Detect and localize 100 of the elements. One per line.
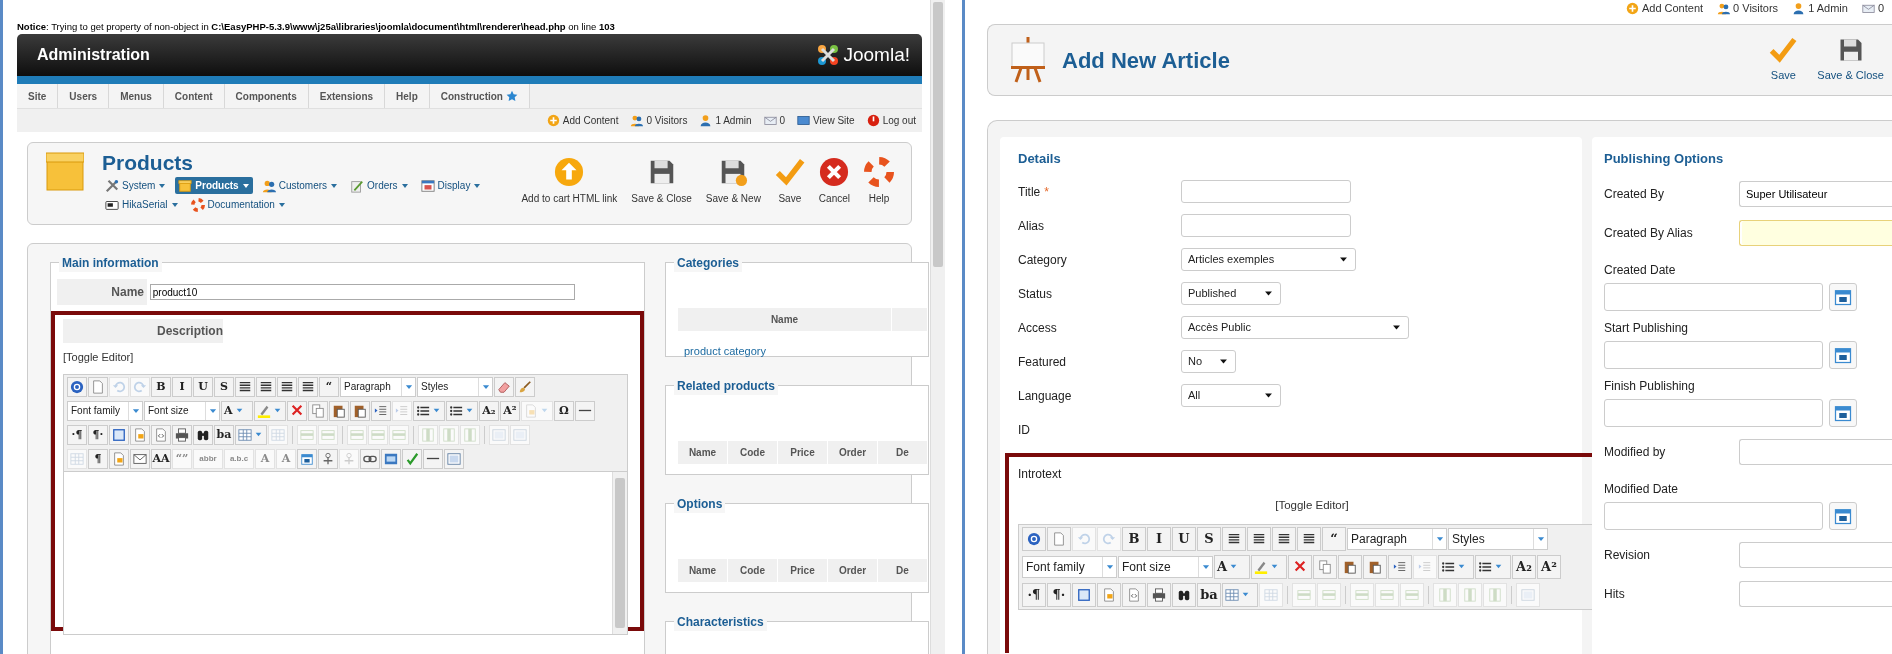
editor-button[interactable]: S <box>1197 526 1221 551</box>
toolbar-button[interactable]: Cancel <box>811 157 857 206</box>
menu-tab[interactable]: Users <box>58 84 110 108</box>
status-link[interactable]: 0 Visitors <box>646 113 688 128</box>
status-link[interactable]: Log out <box>882 113 916 128</box>
toolbar-button[interactable]: Save <box>1759 36 1808 84</box>
editor-button[interactable]: U <box>193 376 213 397</box>
editor-button[interactable]: ba <box>214 424 234 445</box>
editor-button[interactable] <box>256 376 276 397</box>
editor-dropdown[interactable]: Styles <box>417 376 493 397</box>
editor-button[interactable]: A₂ <box>1512 554 1536 579</box>
calendar-button[interactable] <box>1828 501 1857 530</box>
editor-button[interactable]: A <box>221 400 253 421</box>
submenu-item[interactable]: Products <box>175 177 253 194</box>
date-field[interactable] <box>1604 282 1823 311</box>
name-field[interactable]: product10 <box>149 284 575 300</box>
select-field[interactable]: Published <box>1181 282 1281 305</box>
editor-dropdown[interactable]: Styles <box>1448 527 1548 550</box>
date-field[interactable] <box>1604 340 1823 369</box>
editor-button[interactable] <box>298 376 318 397</box>
editor-button[interactable] <box>1172 582 1196 607</box>
editor-button[interactable]: B <box>1122 526 1146 551</box>
text-field[interactable] <box>1739 439 1892 465</box>
editor-dropdown[interactable]: Font size <box>1118 555 1213 578</box>
submenu-item[interactable]: System <box>102 177 170 194</box>
submenu-item[interactable]: Orders <box>347 177 412 194</box>
status-link[interactable]: 1 Admin <box>715 113 752 128</box>
editor-button[interactable]: A² <box>500 400 520 421</box>
menu-label[interactable]: Construction <box>440 88 503 104</box>
editor-button[interactable]: S <box>214 376 234 397</box>
toolbar-button[interactable]: Save & New <box>698 157 768 206</box>
select-field[interactable]: No <box>1181 350 1236 373</box>
status-link[interactable]: 1 Admin <box>1808 0 1848 17</box>
select-field[interactable]: Articles exemples <box>1181 248 1356 271</box>
calendar-button[interactable] <box>1828 398 1857 427</box>
editor-dropdown[interactable]: Font family <box>67 400 143 421</box>
menu-tab[interactable]: Menus <box>109 84 164 108</box>
submenu-item[interactable]: Display <box>417 177 485 194</box>
editor-button[interactable]: I <box>172 376 192 397</box>
status-link[interactable]: View Site <box>813 113 855 128</box>
editor-button[interactable]: U <box>1172 526 1196 551</box>
editor-dropdown[interactable]: Font family <box>1022 555 1117 578</box>
editor-button[interactable]: “ <box>319 376 339 397</box>
editor-button[interactable]: ·¶ <box>1022 582 1046 607</box>
calendar-button[interactable] <box>1828 282 1857 311</box>
menu-tab[interactable]: Construction <box>429 84 530 108</box>
text-field[interactable] <box>1739 581 1892 607</box>
editor-button[interactable]: Ω <box>554 400 574 421</box>
text-field[interactable] <box>1181 214 1351 237</box>
menu-tab[interactable]: Components <box>224 84 309 108</box>
submenu-item[interactable]: HikaSerial <box>102 196 182 213</box>
status-link[interactable]: 0 <box>1877 0 1884 17</box>
editor-button[interactable]: ¶· <box>88 424 108 445</box>
date-field[interactable] <box>1604 398 1823 427</box>
editor-button[interactable] <box>446 400 478 421</box>
editor-dropdown[interactable]: Font size <box>144 400 220 421</box>
editor-button[interactable] <box>360 448 380 469</box>
status-link[interactable]: 0 Visitors <box>1733 0 1779 17</box>
editor-dropdown[interactable]: Paragraph <box>1347 527 1447 550</box>
editor-button[interactable]: A² <box>1537 554 1561 579</box>
toolbar-button[interactable]: Help <box>857 157 901 206</box>
editor-button[interactable]: ¶ <box>88 448 108 469</box>
editor-button[interactable] <box>1222 526 1246 551</box>
editor-button[interactable] <box>1272 526 1296 551</box>
editor-button[interactable] <box>172 424 192 445</box>
text-field[interactable]: Super Utilisateur <box>1739 181 1892 207</box>
editor-button[interactable]: “ <box>1322 526 1346 551</box>
editor-button[interactable]: AA <box>151 448 171 469</box>
editor-button[interactable] <box>1147 582 1171 607</box>
editor-button[interactable]: A₂ <box>479 400 499 421</box>
editor-button[interactable]: I <box>1147 526 1171 551</box>
menu-tab[interactable]: Content <box>163 84 225 108</box>
toolbar-button[interactable]: Save <box>767 157 812 206</box>
menu-tab[interactable]: Help <box>385 84 430 108</box>
editor-button[interactable] <box>1438 554 1474 579</box>
editor-button[interactable]: A <box>1214 554 1250 579</box>
editor-button[interactable]: ·¶ <box>67 424 87 445</box>
toggle-editor-link[interactable]: [Toggle Editor] <box>1275 498 1349 511</box>
status-link[interactable]: 0 <box>779 113 786 128</box>
submenu-item[interactable]: Documentation <box>187 196 289 213</box>
editor-button[interactable] <box>193 424 213 445</box>
editor-button[interactable] <box>1475 554 1511 579</box>
toggle-editor-link[interactable]: [Toggle Editor] <box>63 349 628 366</box>
editor-button[interactable] <box>1247 526 1271 551</box>
toolbar-button[interactable]: Save & Close <box>1807 36 1892 84</box>
editor-button[interactable] <box>277 376 297 397</box>
editor-dropdown[interactable]: Paragraph <box>340 376 416 397</box>
status-link[interactable]: Add Content <box>562 113 619 128</box>
toolbar-button[interactable]: Add to cart HTML link <box>514 157 625 206</box>
editor-button[interactable] <box>297 448 317 469</box>
editor-button[interactable]: ba <box>1197 582 1221 607</box>
text-field[interactable] <box>1739 220 1892 246</box>
editor-button[interactable] <box>1297 526 1321 551</box>
editor-button[interactable]: ¶· <box>1047 582 1071 607</box>
select-field[interactable]: All <box>1181 384 1281 407</box>
category-link[interactable]: product category <box>684 343 766 360</box>
editor-button[interactable] <box>575 400 595 421</box>
editor-button[interactable]: B <box>151 376 171 397</box>
menu-tab[interactable]: Extensions <box>308 84 386 108</box>
editor-button[interactable] <box>235 376 255 397</box>
